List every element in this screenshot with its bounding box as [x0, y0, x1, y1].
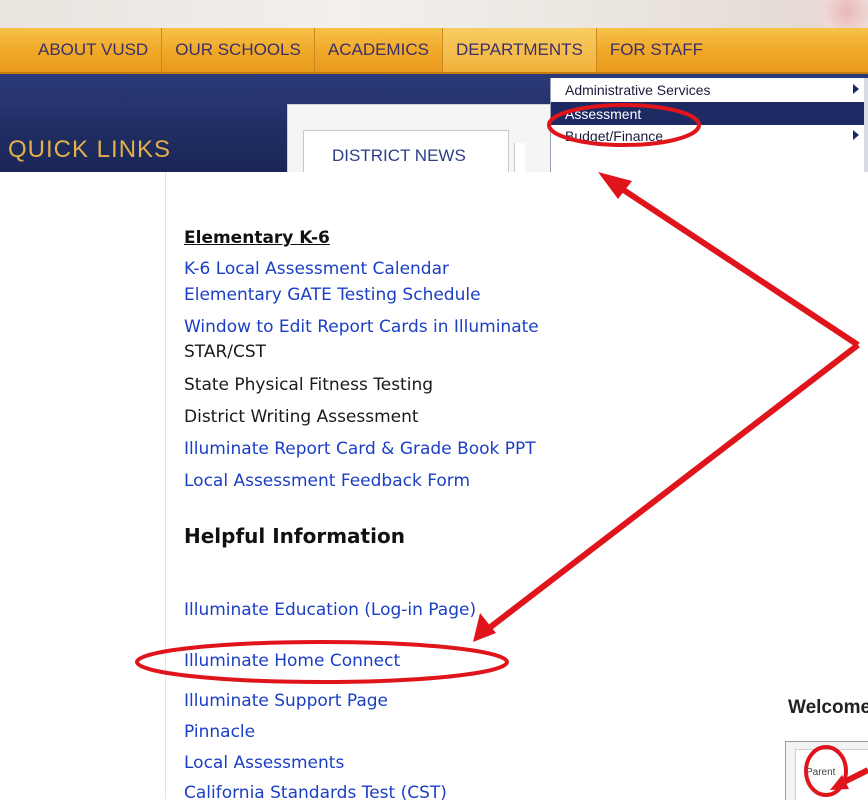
link-window-edit-report-cards[interactable]: Window to Edit Report Cards in Illuminat…: [184, 317, 539, 337]
link-local-assessment-feedback[interactable]: Local Assessment Feedback Form: [184, 471, 470, 491]
menu-item-budget-finance[interactable]: Budget/Finance: [551, 124, 868, 147]
banner-decoration: [798, 0, 868, 28]
tab-district-news[interactable]: DISTRICT NEWS: [303, 130, 509, 172]
nav-our-schools[interactable]: OUR SCHOOLS: [161, 28, 314, 72]
tab-next-edge[interactable]: [514, 143, 525, 172]
menu-scrollbar[interactable]: [864, 78, 868, 172]
elementary-heading: Elementary K-6: [184, 228, 330, 248]
parent-tab-label[interactable]: Parent: [806, 767, 835, 778]
site-header-panel: ABOUT VUSD OUR SCHOOLS ACADEMICS DEPARTM…: [0, 0, 868, 172]
link-k6-local-assessment-calendar[interactable]: K-6 Local Assessment Calendar: [184, 259, 449, 279]
main-nav: ABOUT VUSD OUR SCHOOLS ACADEMICS DEPARTM…: [0, 28, 868, 74]
link-report-card-grade-book-ppt[interactable]: Illuminate Report Card & Grade Book PPT: [184, 439, 536, 459]
submenu-arrow-icon: [853, 130, 859, 140]
link-illuminate-support-page[interactable]: Illuminate Support Page: [184, 691, 388, 711]
helpful-information-heading: Helpful Information: [184, 524, 405, 548]
link-elementary-gate-testing-schedule[interactable]: Elementary GATE Testing Schedule: [184, 285, 481, 305]
submenu-arrow-icon: [853, 84, 859, 94]
nav-for-staff[interactable]: FOR STAFF: [595, 28, 716, 72]
link-california-standards-test[interactable]: California Standards Test (CST): [184, 783, 447, 803]
menu-item-assessment[interactable]: Assessment: [551, 102, 868, 125]
link-illuminate-education-login[interactable]: Illuminate Education (Log-in Page): [184, 600, 476, 620]
nav-departments[interactable]: DEPARTMENTS: [441, 28, 596, 72]
text-star-cst: STAR/CST: [184, 342, 267, 362]
menu-item-label: Administrative Services: [565, 81, 711, 98]
departments-dropdown-menu: Administrative Services Assessment Budge…: [550, 78, 868, 172]
link-local-assessments[interactable]: Local Assessments: [184, 753, 344, 773]
text-state-physical-fitness: State Physical Fitness Testing: [184, 375, 434, 395]
menu-item-administrative-services[interactable]: Administrative Services: [551, 78, 868, 101]
link-illuminate-home-connect[interactable]: Illuminate Home Connect: [184, 651, 400, 671]
menu-item-label: Assessment: [565, 105, 642, 122]
welcome-heading: Welcome: [788, 697, 868, 718]
nav-academics[interactable]: ACADEMICS: [313, 28, 442, 72]
header-banner: [0, 0, 868, 28]
menu-item-label: Budget/Finance: [565, 127, 664, 144]
nav-about-vusd[interactable]: ABOUT VUSD: [0, 28, 161, 72]
tab-district-news-label: DISTRICT NEWS: [332, 146, 466, 165]
text-district-writing-assessment: District Writing Assessment: [184, 407, 419, 427]
link-pinnacle[interactable]: Pinnacle: [184, 722, 255, 742]
quick-links-heading: QUICK LINKS: [8, 136, 172, 163]
